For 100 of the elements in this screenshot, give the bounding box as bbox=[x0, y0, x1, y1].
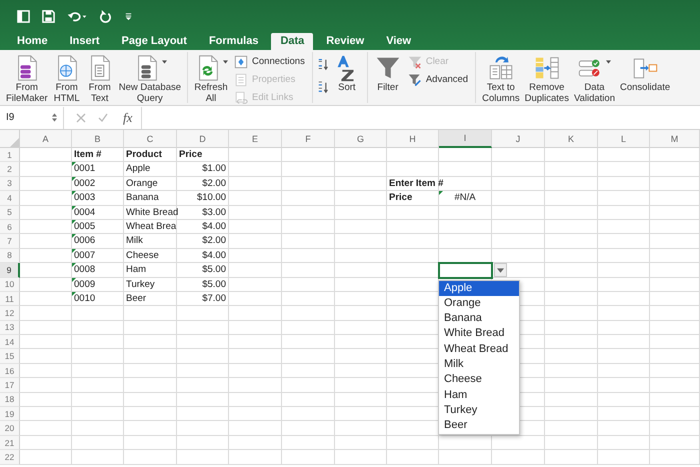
table-cell bbox=[598, 248, 650, 264]
ribbon-tab[interactable]: Formulas bbox=[200, 33, 268, 50]
ribbon-button[interactable]: Sort bbox=[332, 52, 362, 95]
column-header[interactable]: B bbox=[72, 130, 124, 148]
dropdown-option[interactable]: Apple bbox=[439, 280, 519, 296]
table-cell bbox=[545, 364, 598, 378]
row-header[interactable]: 17 bbox=[0, 378, 20, 393]
table-cell bbox=[545, 278, 598, 292]
cell-text: Price bbox=[389, 192, 412, 204]
table-cell bbox=[492, 234, 545, 249]
dropdown-option[interactable]: Banana bbox=[439, 311, 519, 326]
column-header[interactable]: J bbox=[492, 130, 545, 148]
row-header[interactable]: 13 bbox=[0, 320, 20, 336]
ribbon-button[interactable]: From HTML bbox=[52, 52, 82, 106]
dropdown-option[interactable]: Beer bbox=[439, 418, 519, 434]
column-header[interactable]: F bbox=[282, 130, 335, 148]
row-header[interactable]: 7 bbox=[0, 234, 20, 249]
ribbon-button[interactable]: Filter bbox=[372, 52, 403, 95]
column-header[interactable]: L bbox=[598, 130, 650, 148]
row-header[interactable]: 10 bbox=[0, 278, 20, 292]
row-header[interactable]: 6 bbox=[0, 220, 20, 234]
ribbon-button[interactable]: Text to Columns bbox=[481, 52, 521, 106]
row-header[interactable]: 15 bbox=[0, 349, 20, 364]
column-header[interactable]: C bbox=[124, 130, 177, 148]
ribbon-button[interactable]: Connections bbox=[232, 53, 307, 70]
ribbon-button[interactable]: From FileMaker bbox=[5, 52, 49, 106]
table-cell bbox=[650, 421, 700, 436]
ribbon-button[interactable]: Remove Duplicates bbox=[524, 52, 570, 106]
dropdown-option[interactable]: Wheat Bread bbox=[439, 342, 519, 358]
ribbon-tab[interactable]: Data bbox=[271, 33, 314, 50]
dropdown-option[interactable]: Cheese bbox=[439, 372, 519, 388]
cell-text: 0001 bbox=[74, 163, 96, 174]
customize-icon[interactable] bbox=[124, 12, 133, 21]
table-cell bbox=[282, 349, 335, 364]
cell-text: Apple bbox=[126, 163, 150, 174]
ribbon-tab[interactable]: Home bbox=[8, 33, 57, 50]
table-cell bbox=[598, 335, 650, 350]
ribbon-button[interactable]: Data Validation bbox=[572, 52, 616, 106]
cell-text: $2.00 bbox=[202, 235, 226, 246]
dropdown-option[interactable]: Turkey bbox=[439, 402, 519, 418]
active-cell[interactable] bbox=[438, 262, 493, 279]
cell-text: Orange bbox=[126, 178, 158, 189]
insert-function-button[interactable]: fx bbox=[120, 110, 136, 126]
row-header[interactable]: 11 bbox=[0, 292, 20, 306]
row-header[interactable]: 12 bbox=[0, 306, 20, 321]
row-header[interactable]: 5 bbox=[0, 206, 20, 220]
redo-icon[interactable] bbox=[99, 10, 112, 23]
sort-ascending-icon[interactable] bbox=[318, 58, 329, 71]
column-header[interactable]: D bbox=[177, 130, 229, 148]
table-cell bbox=[492, 176, 545, 192]
row-header[interactable]: 16 bbox=[0, 364, 20, 378]
row-header[interactable]: 14 bbox=[0, 335, 20, 350]
undo-icon[interactable] bbox=[67, 10, 87, 23]
table-cell bbox=[20, 378, 72, 393]
column-header[interactable]: I bbox=[439, 130, 492, 148]
row-header[interactable]: 21 bbox=[0, 436, 20, 450]
table-cell bbox=[20, 306, 72, 321]
table-cell bbox=[650, 306, 700, 321]
table-cell bbox=[282, 248, 335, 264]
ribbon-button[interactable]: Consolidate bbox=[618, 52, 672, 95]
ribbon-tab[interactable]: Page Layout bbox=[112, 33, 196, 50]
row-header[interactable]: 2 bbox=[0, 162, 20, 177]
sidebar-icon[interactable] bbox=[17, 10, 30, 23]
row-header[interactable]: 19 bbox=[0, 407, 20, 422]
table-cell bbox=[282, 206, 335, 220]
ribbon-tab[interactable]: View bbox=[377, 33, 420, 50]
row-header[interactable]: 9 bbox=[0, 263, 20, 278]
row-header[interactable]: 1 bbox=[0, 148, 20, 162]
column-header[interactable]: G bbox=[335, 130, 387, 148]
dropdown-option[interactable]: Orange bbox=[439, 296, 519, 312]
ribbon-button[interactable]: New Database Query bbox=[118, 52, 182, 106]
sort-descending-icon[interactable] bbox=[318, 81, 329, 94]
ribbon-button[interactable]: Advanced bbox=[406, 71, 470, 88]
advanced-filter-icon bbox=[408, 72, 422, 86]
table-cell bbox=[545, 378, 598, 393]
table-cell bbox=[20, 392, 72, 408]
row-header[interactable]: 22 bbox=[0, 450, 20, 465]
row-header[interactable]: 3 bbox=[0, 176, 20, 192]
row-header[interactable]: 20 bbox=[0, 421, 20, 436]
dropdown-option[interactable]: Milk bbox=[439, 357, 519, 372]
ribbon-tab[interactable]: Review bbox=[317, 33, 374, 50]
table-cell bbox=[229, 392, 282, 408]
row-header[interactable]: 8 bbox=[0, 248, 20, 264]
name-box[interactable]: I9 bbox=[0, 106, 64, 128]
column-header[interactable]: E bbox=[229, 130, 282, 148]
ribbon-tab[interactable]: Insert bbox=[60, 33, 109, 50]
ribbon-button[interactable]: Refresh All bbox=[193, 52, 230, 106]
row-header[interactable]: 4 bbox=[0, 191, 20, 206]
table-cell bbox=[282, 320, 335, 336]
column-header[interactable]: A bbox=[20, 130, 72, 148]
save-icon[interactable] bbox=[42, 10, 55, 23]
column-header[interactable]: M bbox=[650, 130, 700, 148]
row-header[interactable]: 18 bbox=[0, 392, 20, 408]
dropdown-button[interactable] bbox=[494, 263, 507, 278]
dropdown-option[interactable]: White Bread bbox=[439, 326, 519, 342]
ribbon-button[interactable]: From Text bbox=[84, 52, 115, 106]
dropdown-option[interactable]: Ham bbox=[439, 388, 519, 403]
column-header[interactable]: K bbox=[545, 130, 598, 148]
table-cell bbox=[335, 378, 387, 393]
cell-text: 0004 bbox=[74, 206, 96, 218]
